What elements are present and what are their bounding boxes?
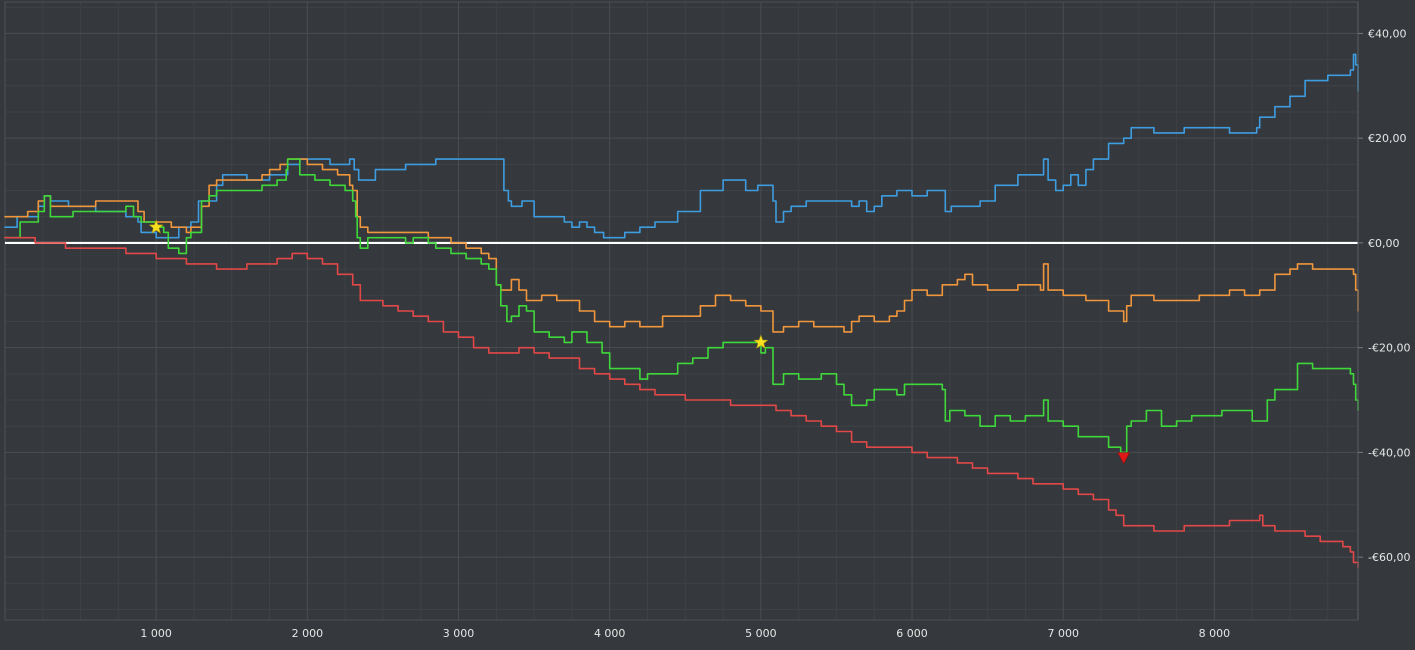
- x-tick-label: 5 000: [745, 627, 777, 640]
- markers-group: [148, 219, 1131, 465]
- plot-frame: [4, 1, 1359, 621]
- x-tick-label: 4 000: [594, 627, 626, 640]
- series-line-1: [4, 158, 1359, 333]
- y-tick-label: -€20,00: [1368, 342, 1410, 355]
- triangle-down-marker-2: [1117, 452, 1131, 465]
- series-group: [4, 53, 1359, 569]
- chart-canvas: 1 000 2 000 3 000 4 000 5 000 6 000 7 000 8 000…: [4, 1, 1410, 640]
- y-tick-label: €20,00: [1368, 132, 1407, 145]
- y-tick-label: €0,00: [1368, 237, 1400, 250]
- x-axis: 1 000 2 000 3 000 4 000 5 000 6 000 7 000 8 000: [140, 627, 1230, 640]
- x-tick-label: 3 000: [443, 627, 475, 640]
- x-tick-label: 6 000: [896, 627, 928, 640]
- y-tick-label: -€60,00: [1368, 551, 1410, 564]
- x-tick-label: 1 000: [140, 627, 172, 640]
- major-grid: [4, 1, 1359, 621]
- x-tick-label: 7 000: [1047, 627, 1079, 640]
- series-line-3: [4, 236, 1359, 569]
- series-line-0: [4, 53, 1359, 239]
- x-tick-label: 2 000: [292, 627, 324, 640]
- equity-chart: 1 000 2 000 3 000 4 000 5 000 6 000 7 000 8 000…: [0, 0, 1415, 650]
- x-tick-label: 8 000: [1199, 627, 1231, 640]
- series-line-2: [4, 158, 1359, 454]
- y-tick-label: €40,00: [1368, 27, 1407, 40]
- minor-grid: [5, 2, 1358, 620]
- y-tick-label: -€40,00: [1368, 446, 1410, 459]
- y-axis: €40,00 €20,00 €0,00 -€20,00 -€40,00 -€60,00: [1357, 2, 1410, 620]
